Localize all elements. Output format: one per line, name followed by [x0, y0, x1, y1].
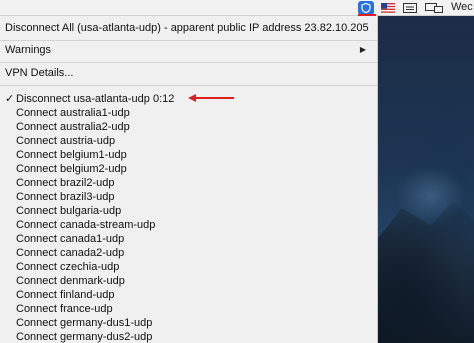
- submenu-arrow-icon: ▶: [359, 45, 366, 54]
- connect-item[interactable]: Connect france-udp: [0, 302, 377, 316]
- connect-item-label: Connect belgium1-udp: [16, 149, 127, 161]
- us-flag-icon[interactable]: [381, 3, 395, 13]
- connect-item[interactable]: Connect brazil2-udp: [0, 176, 377, 190]
- checkmark-icon: ✓: [5, 93, 15, 105]
- connect-item[interactable]: Connect canada-stream-udp: [0, 218, 377, 232]
- vpn-dropdown-menu: Disconnect All (usa-atlanta-udp) - appar…: [0, 16, 378, 343]
- connect-item-label: Connect canada2-udp: [16, 247, 125, 259]
- connect-item-label: Connect brazil3-udp: [16, 191, 115, 203]
- connect-item[interactable]: Connect austria-udp: [0, 134, 377, 148]
- vpn-details-item[interactable]: VPN Details...: [0, 66, 377, 80]
- connect-item[interactable]: Connect canada1-udp: [0, 232, 377, 246]
- disconnect-all-item[interactable]: Disconnect All (usa-atlanta-udp) - appar…: [0, 21, 377, 35]
- connect-item[interactable]: Connect brazil3-udp: [0, 190, 377, 204]
- connect-item-label: Connect austria-udp: [16, 135, 116, 147]
- connect-item-label: Connect australia1-udp: [16, 107, 130, 119]
- vpn-shield-icon[interactable]: [358, 1, 374, 15]
- input-menu-icon[interactable]: [403, 3, 417, 13]
- display-icon[interactable]: [425, 2, 443, 13]
- connect-item-label: Connect germany-dus1-udp: [16, 317, 153, 329]
- connect-item[interactable]: Connect denmark-udp: [0, 274, 377, 288]
- connect-item[interactable]: Connect germany-dus2-udp: [0, 330, 377, 343]
- menubar-clock: Wec: [451, 1, 473, 13]
- menu-separator: [0, 85, 377, 86]
- connect-item-label: Connect bulgaria-udp: [16, 205, 122, 217]
- active-connection-label: Disconnect usa-atlanta-udp 0:12: [16, 93, 175, 105]
- connect-item-label: Connect brazil2-udp: [16, 177, 115, 189]
- menu-separator: [0, 62, 377, 63]
- vpn-details-label: VPN Details...: [5, 67, 74, 79]
- connect-item-label: Connect belgium2-udp: [16, 163, 127, 175]
- menu-bar: Wec: [0, 0, 474, 16]
- menu-separator: [0, 40, 377, 41]
- connect-item-label: Connect canada1-udp: [16, 233, 125, 245]
- connect-item[interactable]: Connect germany-dus1-udp: [0, 316, 377, 330]
- connect-item-label: Connect france-udp: [16, 303, 113, 315]
- connect-item-label: Connect australia2-udp: [16, 121, 130, 133]
- connect-item[interactable]: Connect finland-udp: [0, 288, 377, 302]
- connect-item[interactable]: Connect australia2-udp: [0, 120, 377, 134]
- connect-item[interactable]: Connect czechia-udp: [0, 260, 377, 274]
- connect-item-label: Connect canada-stream-udp: [16, 219, 156, 231]
- warnings-label: Warnings: [5, 44, 52, 56]
- annotation-arrow-icon: [188, 94, 234, 102]
- connect-item[interactable]: Connect belgium2-udp: [0, 162, 377, 176]
- connect-item[interactable]: Connect canada2-udp: [0, 246, 377, 260]
- connect-item-label: Connect germany-dus2-udp: [16, 331, 153, 343]
- connect-item[interactable]: Connect belgium1-udp: [0, 148, 377, 162]
- warnings-item[interactable]: Warnings ▶: [0, 43, 377, 57]
- desktop-wallpaper: [378, 16, 474, 343]
- connect-item[interactable]: Connect australia1-udp: [0, 106, 377, 120]
- disconnect-all-label: Disconnect All (usa-atlanta-udp) - appar…: [5, 22, 369, 34]
- connect-item-label: Connect finland-udp: [16, 289, 115, 301]
- connect-item-label: Connect czechia-udp: [16, 261, 120, 273]
- connect-item-label: Connect denmark-udp: [16, 275, 125, 287]
- connect-item[interactable]: Connect bulgaria-udp: [0, 204, 377, 218]
